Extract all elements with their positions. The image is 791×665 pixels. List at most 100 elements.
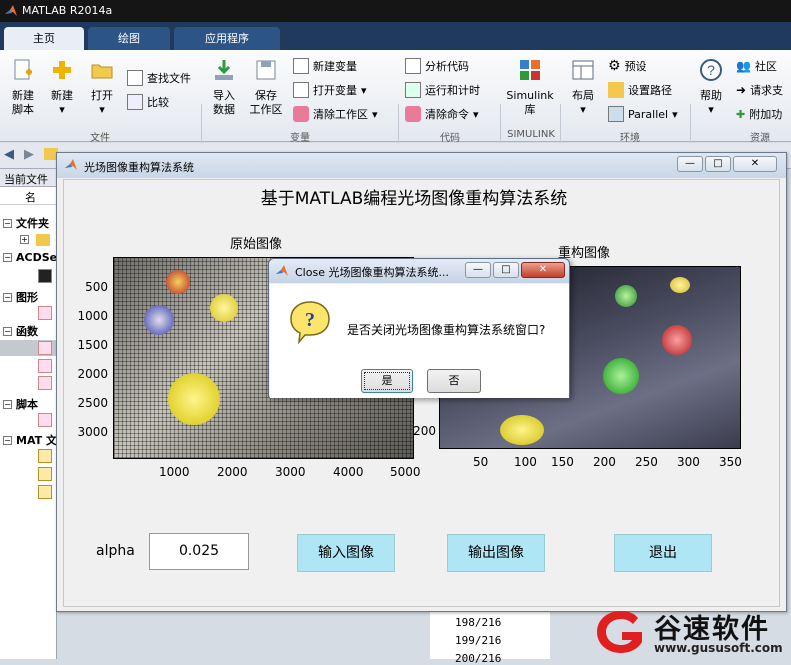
alpha-input[interactable]: 0.025 — [149, 533, 249, 570]
tab-apps[interactable]: 应用程序 — [174, 27, 280, 50]
m-file-icon[interactable] — [38, 376, 52, 390]
dialog-minimize-button[interactable]: — — [465, 262, 491, 278]
axis-tick-label: 1000 — [77, 309, 108, 323]
collapse-icon[interactable]: − — [3, 435, 12, 445]
eraser-icon — [405, 106, 421, 122]
set-path-button[interactable]: 设置路径 — [608, 82, 672, 98]
ball-red — [166, 270, 190, 294]
m-file-icon[interactable] — [38, 359, 52, 373]
new-label: 新建 — [51, 89, 73, 102]
simulink-library-button[interactable]: Simulink 库 — [504, 58, 556, 117]
axis-tick-label: 4000 — [333, 465, 364, 479]
open-variable-button[interactable]: 打开变量 ▾ — [293, 82, 367, 98]
axis-tick-label: 3000 — [77, 425, 108, 439]
selected-file-row[interactable] — [0, 340, 57, 356]
folder-icon — [608, 82, 624, 98]
minimize-button[interactable]: — — [677, 156, 703, 172]
svg-text:?: ? — [707, 62, 715, 78]
run-and-time-icon — [405, 82, 421, 98]
compare-button[interactable]: 比较 — [127, 94, 169, 110]
preferences-button[interactable]: ⚙ 预设 — [608, 58, 647, 74]
new-button[interactable]: 新建 ▾ — [46, 58, 78, 117]
section-figures[interactable]: − 图形 — [3, 289, 38, 305]
dialog-close-button[interactable]: ✕ — [521, 262, 565, 278]
add-ons-button[interactable]: ✚ 附加功 — [736, 106, 782, 122]
add-ons-label: 附加功 — [749, 108, 783, 121]
new-script-icon — [14, 59, 32, 80]
clear-commands-button[interactable]: 清除命令 ▾ — [405, 106, 479, 122]
open-label: 打开 — [91, 89, 113, 102]
collapse-icon[interactable]: − — [3, 399, 12, 409]
exit-button[interactable]: 退出 — [614, 534, 712, 572]
request-support-button[interactable]: ➜ 请求支 — [736, 82, 783, 98]
mat-file-icon[interactable] — [38, 485, 52, 499]
dialog-maximize-button[interactable]: □ — [493, 262, 519, 278]
support-icon: ➜ — [736, 83, 747, 97]
save-workspace-button[interactable]: 保存 工作区 — [246, 58, 286, 117]
ribbon-toolbar: 新建 脚本 新建 ▾ 打开 ▾ 查找文件 比较 文件 导入 数据 保存 工作区 … — [0, 50, 791, 190]
forward-arrow-icon[interactable]: ▶ — [24, 147, 34, 162]
current-folder-header: 当前文件 — [0, 169, 57, 187]
help-icon: ? — [700, 59, 722, 81]
axis-tick-label: 200 — [593, 455, 616, 469]
alpha-label: alpha — [96, 543, 135, 559]
clear-workspace-button[interactable]: 清除工作区 ▾ — [293, 106, 378, 122]
ball-green-large — [603, 358, 639, 394]
analyze-code-icon — [405, 58, 421, 74]
mat-file-icon[interactable] — [38, 467, 52, 481]
new-script-button[interactable]: 新建 脚本 — [6, 58, 40, 117]
collapse-icon[interactable]: − — [3, 218, 12, 228]
section-label: MAT 文 — [16, 434, 57, 447]
input-image-button[interactable]: 输入图像 — [297, 534, 395, 572]
tab-home[interactable]: 主页 — [4, 27, 84, 50]
axis-tick-label: 50 — [473, 455, 489, 469]
find-files-label: 查找文件 — [147, 72, 191, 85]
ribbon-tabstrip: 主页 绘图 应用程序 — [0, 22, 791, 50]
help-button[interactable]: ? 帮助 ▾ — [694, 58, 728, 117]
collapse-icon[interactable]: − — [3, 326, 12, 336]
yes-button[interactable]: 是 — [361, 369, 413, 393]
expand-icon[interactable]: + — [20, 235, 29, 244]
set-path-label: 设置路径 — [628, 84, 672, 97]
group-code-label: 代码 — [440, 133, 460, 144]
find-files-button[interactable]: 查找文件 — [127, 70, 191, 86]
collapse-icon[interactable]: − — [3, 292, 12, 302]
close-button[interactable]: ✕ — [733, 156, 777, 172]
open-button[interactable]: 打开 ▾ — [86, 58, 118, 117]
layout-button[interactable]: 布局 ▾ — [566, 58, 600, 117]
question-icon: ? — [290, 301, 330, 345]
jpg-file-icon[interactable] — [38, 269, 52, 283]
fig-file-icon[interactable] — [38, 306, 52, 320]
output-image-button[interactable]: 输出图像 — [447, 534, 545, 572]
section-scripts[interactable]: − 脚本 — [3, 396, 38, 412]
back-arrow-icon[interactable]: ◀ — [4, 147, 14, 162]
layout-icon — [572, 60, 594, 80]
section-folders[interactable]: − 文件夹 — [3, 215, 49, 231]
import-data-button[interactable]: 导入 数据 — [206, 58, 242, 117]
run-and-time-button[interactable]: 运行和计时 — [405, 82, 480, 98]
maximize-button[interactable]: □ — [705, 156, 731, 172]
simulink-icon — [520, 60, 540, 80]
section-mat-files[interactable]: − MAT 文 — [3, 432, 57, 448]
section-functions[interactable]: − 函数 — [3, 323, 38, 339]
new-variable-button[interactable]: 新建变量 — [293, 58, 357, 74]
name-column-label[interactable]: 名 — [25, 189, 36, 205]
m-file-icon[interactable] — [38, 413, 52, 427]
section-acdsee[interactable]: − ACDSe — [3, 251, 57, 264]
parallel-button[interactable]: Parallel ▾ — [608, 106, 678, 122]
community-button[interactable]: 👥 社区 — [736, 58, 777, 74]
dialog-title: Close 光场图像重构算法系统... — [295, 266, 449, 279]
mat-file-icon[interactable] — [38, 449, 52, 463]
group-file-label: 文件 — [90, 133, 110, 144]
analyze-code-button[interactable]: 分析代码 — [405, 58, 469, 74]
axis-tick-label: 250 — [635, 455, 658, 469]
open-variable-icon — [293, 82, 309, 98]
no-button[interactable]: 否 — [427, 369, 481, 393]
folder-icon — [36, 234, 50, 246]
clear-commands-label: 清除命令 — [425, 108, 469, 121]
collapse-icon[interactable]: − — [3, 253, 12, 262]
section-label: 图形 — [16, 291, 38, 304]
analyze-code-label: 分析代码 — [425, 60, 469, 73]
tab-plots[interactable]: 绘图 — [88, 27, 170, 50]
find-files-icon — [127, 70, 143, 86]
